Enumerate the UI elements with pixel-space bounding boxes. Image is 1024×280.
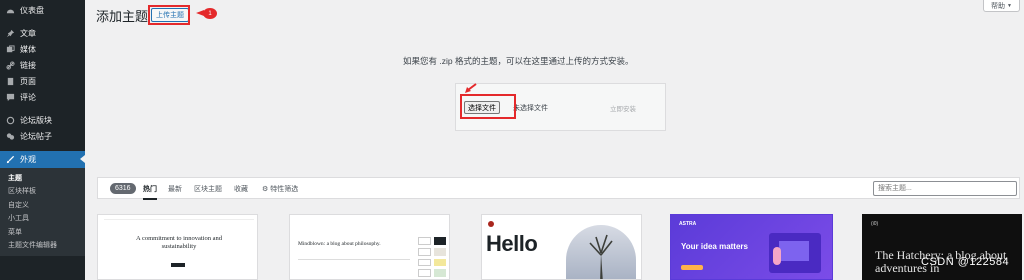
feature-filter-button[interactable]: ⚙ 特性筛选: [262, 184, 298, 194]
link-icon: [5, 60, 15, 70]
theme-card[interactable]: ASTRA Your idea matters: [670, 214, 833, 280]
submenu-customize[interactable]: 自定义: [0, 198, 85, 212]
arrow-pointer-icon: [465, 83, 477, 93]
gear-icon: ⚙: [262, 186, 269, 193]
sidebar-item-comments[interactable]: 评论: [0, 89, 85, 105]
dashboard-icon: [5, 5, 15, 15]
submenu-theme-file-editor[interactable]: 主题文件编辑器: [0, 239, 85, 253]
card-heading: Your idea matters: [681, 242, 748, 251]
submenu-block-patterns[interactable]: 区块样板: [0, 185, 85, 199]
sidebar-item-label: 链接: [20, 60, 36, 70]
theme-card[interactable]: Mindblown: a blog about philosophy.: [289, 214, 450, 280]
tab-block-themes[interactable]: 区块主题: [194, 184, 222, 194]
theme-filter-bar: 6316 热门 最新 区块主题 收藏 ⚙ 特性筛选: [97, 177, 1020, 200]
card-brand: ASTRA: [679, 221, 697, 227]
card-heading: Hello: [486, 231, 538, 256]
card-cta: [681, 265, 703, 270]
sidebar-item-label: 论坛版块: [20, 115, 52, 125]
submenu-themes[interactable]: 主题: [0, 171, 85, 185]
sidebar-item-links[interactable]: 链接: [0, 57, 85, 73]
tab-popular[interactable]: 热门: [143, 184, 157, 200]
sidebar-item-appearance[interactable]: 外观: [0, 151, 85, 168]
card-cta: [171, 263, 185, 267]
choose-file-highlight-box: [460, 94, 516, 119]
card-text-lines: [298, 259, 410, 269]
theme-card[interactable]: Hello: [481, 214, 642, 280]
help-label: 帮助: [991, 2, 1006, 10]
pin-icon: [5, 28, 15, 38]
install-now-button[interactable]: 立即安装: [610, 103, 636, 113]
card-logo: (i0): [871, 221, 879, 227]
card-illustration: [769, 233, 821, 273]
sidebar-item-forums[interactable]: 论坛版块: [0, 112, 85, 128]
theme-card[interactable]: A commitment to innovation and sustainab…: [97, 214, 258, 280]
sidebar-item-label: 论坛帖子: [20, 131, 52, 141]
sidebar-item-dashboard[interactable]: 仪表盘: [0, 2, 85, 18]
theme-card[interactable]: (i0) The Hatchery: a blog about adventur…: [862, 214, 1022, 280]
annotation-badge: 1: [203, 8, 217, 19]
submenu-menus[interactable]: 菜单: [0, 225, 85, 239]
admin-sidebar: 仪表盘 文章 媒体 链接 页面 评论 论坛版块 论坛帖子 外观 主题 区块样板 …: [0, 0, 85, 280]
help-button[interactable]: 帮助 ▼: [983, 0, 1020, 12]
chevron-down-icon: ▼: [1007, 2, 1012, 9]
tab-latest[interactable]: 最新: [168, 184, 182, 194]
sidebar-item-pages[interactable]: 页面: [0, 73, 85, 89]
sidebar-item-label: 媒体: [20, 44, 36, 54]
tab-favorites[interactable]: 收藏: [234, 184, 248, 194]
brush-icon: [5, 155, 15, 165]
card-hero-image: [566, 225, 636, 279]
watermark: CSDN @122584: [921, 256, 1010, 268]
feature-filter-label: 特性筛选: [270, 186, 299, 193]
appearance-submenu: 主题 区块样板 自定义 小工具 菜单 主题文件编辑器: [0, 168, 85, 256]
card-heading: A commitment to innovation and sustainab…: [136, 235, 222, 250]
page-title: 添加主题: [96, 9, 149, 24]
sidebar-item-label: 外观: [20, 155, 36, 164]
sidebar-item-posts[interactable]: 文章: [0, 25, 85, 41]
card-nav-bar: [104, 218, 254, 220]
topic-icon: [5, 131, 15, 141]
media-icon: [5, 44, 15, 54]
card-logo-dot: [488, 221, 494, 227]
search-themes-input[interactable]: [873, 181, 1017, 196]
forum-icon: [5, 115, 15, 125]
upload-highlight-box: [148, 5, 190, 25]
sidebar-item-label: 仪表盘: [20, 5, 44, 15]
sidebar-item-label: 评论: [20, 92, 36, 102]
sidebar-item-media[interactable]: 媒体: [0, 41, 85, 57]
page-icon: [5, 76, 15, 86]
sidebar-item-label: 页面: [20, 76, 36, 86]
no-file-text: 未选择文件: [513, 105, 548, 112]
card-swatch-grid: [418, 237, 446, 277]
sidebar-item-topics[interactable]: 论坛帖子: [0, 128, 85, 144]
card-heading: Mindblown: a blog about philosophy.: [298, 241, 381, 247]
submenu-widgets[interactable]: 小工具: [0, 212, 85, 226]
tree-icon: [589, 234, 613, 279]
theme-count-badge: 6316: [110, 183, 136, 194]
upload-description: 如果您有 .zip 格式的主题，可以在这里通过上传的方式安装。: [403, 56, 634, 66]
comment-icon: [5, 92, 15, 102]
sidebar-item-label: 文章: [20, 28, 36, 38]
